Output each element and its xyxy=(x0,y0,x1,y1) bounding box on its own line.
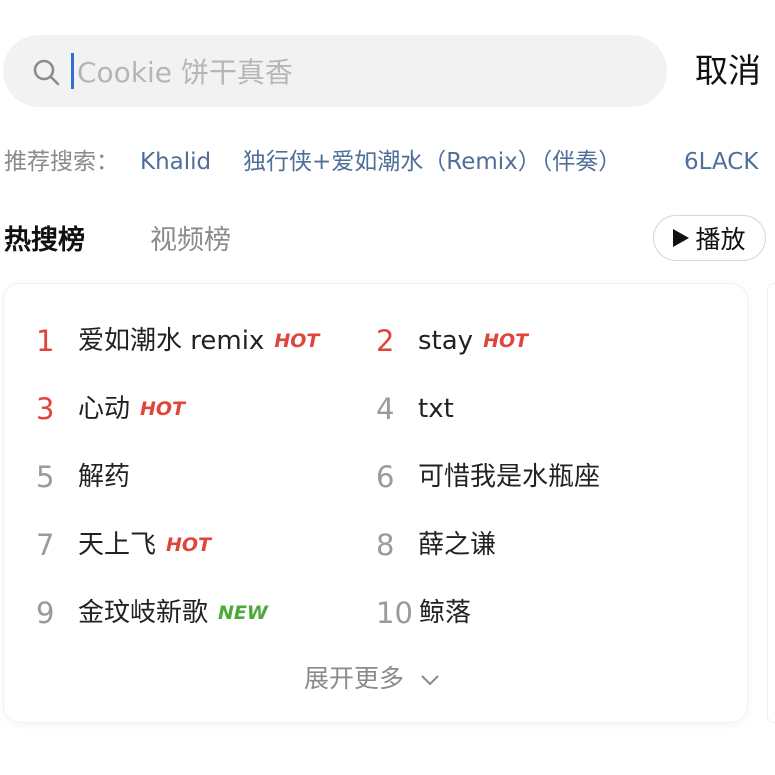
rank-title-text: 鲸落 xyxy=(419,598,472,628)
recommend-item[interactable]: 独行侠+爱如潮水（Remix）（伴奏） xyxy=(243,140,621,185)
rank-title: stay HOT xyxy=(418,317,528,365)
rank-title-text: 可惜我是水瓶座 xyxy=(418,462,601,492)
rank-title-text: 爱如潮水 remix xyxy=(78,326,265,356)
rank-title: 解药 xyxy=(78,453,130,501)
tab-video[interactable]: 视频榜 xyxy=(150,221,231,261)
recommend-label: 推荐搜索： xyxy=(4,149,119,175)
rank-title: 薛之谦 xyxy=(418,521,496,569)
hot-badge: HOT xyxy=(140,398,186,420)
rank-number: 7 xyxy=(36,528,55,562)
recommend-item[interactable]: Khalid xyxy=(140,140,211,185)
search-box[interactable] xyxy=(3,35,667,107)
rank-number: 3 xyxy=(36,392,55,426)
chevron-down-icon xyxy=(421,675,439,686)
rank-title: txt xyxy=(418,385,454,433)
rank-title: 爱如潮水 remix HOT xyxy=(78,317,319,365)
rank-number: 6 xyxy=(376,460,395,494)
expand-more-label: 展开更多 xyxy=(304,664,405,693)
play-icon xyxy=(673,229,690,247)
chart-tabs: 热搜榜 视频榜 播放 xyxy=(0,213,775,268)
rank-title-text: 解药 xyxy=(78,462,131,492)
new-badge: NEW xyxy=(218,602,268,624)
rank-title: 金玟岐新歌 NEW xyxy=(78,589,268,637)
search-bar-row: 取消 xyxy=(0,0,775,140)
expand-more-button[interactable]: 展开更多 xyxy=(304,659,440,699)
rank-title-text: stay xyxy=(418,326,474,356)
rank-title-text: 心动 xyxy=(78,394,131,424)
rank-number: 5 xyxy=(36,460,55,494)
rank-number: 2 xyxy=(376,324,395,358)
recommend-item[interactable]: 6LACK xyxy=(684,140,758,185)
rank-title-text: 薛之谦 xyxy=(418,530,497,560)
text-caret xyxy=(71,53,74,89)
hot-badge: HOT xyxy=(483,330,529,352)
rank-number: 4 xyxy=(376,392,395,426)
rank-title: 鲸落 xyxy=(419,589,471,637)
rank-title-text: 天上飞 xyxy=(78,530,157,560)
rank-number: 9 xyxy=(36,596,55,630)
search-icon xyxy=(33,59,60,86)
tab-hot-search[interactable]: 热搜榜 xyxy=(4,221,85,261)
rank-title: 天上飞 HOT xyxy=(78,521,211,569)
recommended-searches: 推荐搜索： Khalid 独行侠+爱如潮水（Remix）（伴奏） 6LACK xyxy=(0,140,775,185)
rank-title-text: txt xyxy=(418,394,454,424)
rank-title-text: 金玟岐新歌 xyxy=(78,598,209,628)
next-card-edge xyxy=(768,284,775,722)
rank-number: 10 xyxy=(376,596,413,630)
rank-number: 8 xyxy=(376,528,395,562)
rank-title: 可惜我是水瓶座 xyxy=(418,453,600,501)
cancel-button[interactable]: 取消 xyxy=(695,46,761,96)
rank-title: 心动 HOT xyxy=(78,385,185,433)
hot-search-card: 1 爱如潮水 remix HOT 2 stay HOT 3 心动 HOT 4 txt … xyxy=(4,284,747,722)
hot-badge: HOT xyxy=(166,534,212,556)
play-button[interactable]: 播放 xyxy=(653,215,766,261)
play-label: 播放 xyxy=(695,225,746,254)
search-input[interactable] xyxy=(75,47,639,97)
hot-badge: HOT xyxy=(274,330,320,352)
rank-number: 1 xyxy=(36,324,55,358)
